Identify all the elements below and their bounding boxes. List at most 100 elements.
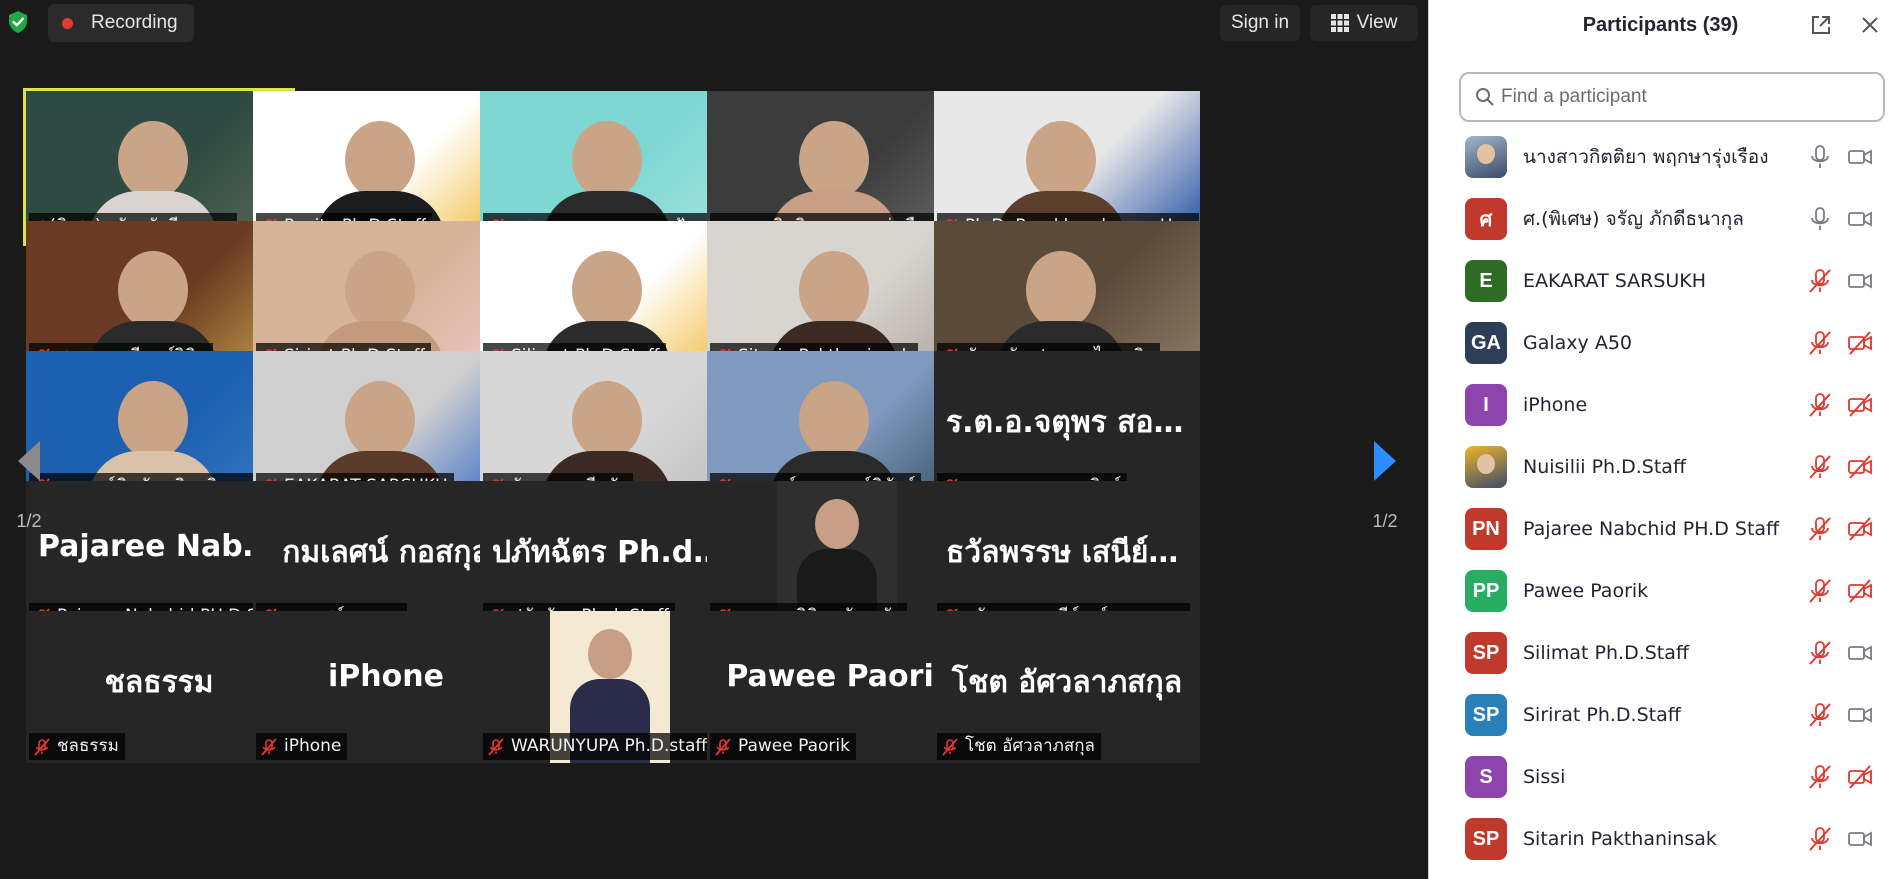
participant-name: Sirirat Ph.D.Staff bbox=[1523, 704, 1681, 726]
participant-row[interactable]: IiPhone bbox=[1429, 374, 1892, 436]
participant-avatar-photo bbox=[1465, 136, 1507, 178]
participant-controls bbox=[1807, 330, 1873, 356]
mic-muted-icon[interactable] bbox=[1807, 764, 1833, 790]
participant-row[interactable]: S Sissi bbox=[1429, 746, 1892, 808]
zoom-app: Recording Sign in View ศ.(พิเศษ) จรัญ ภั… bbox=[0, 0, 1892, 879]
camera-off-icon[interactable] bbox=[1847, 392, 1873, 418]
mic-muted-icon[interactable] bbox=[1807, 702, 1833, 728]
participant-row[interactable]: นางสาวกิตติยา พฤกษารุ่งเรือง bbox=[1429, 126, 1892, 188]
tile-name: Pawee Paorik bbox=[738, 736, 850, 756]
participant-row[interactable]: SP Silimat Ph.D.Staff bbox=[1429, 622, 1892, 684]
participant-name: นางสาวกิตติยา พฤกษารุ่งเรือง bbox=[1523, 146, 1769, 168]
video-tile[interactable]: โชต อัศวลาภสกุล โชต อัศวลาภสกุล bbox=[934, 611, 1200, 763]
participant-row[interactable]: E EAKARAT SARSUKH bbox=[1429, 250, 1892, 312]
avatar-initials: SP bbox=[1472, 641, 1500, 664]
camera-icon[interactable] bbox=[1847, 206, 1873, 232]
tile-name-label: Pawee Paorik bbox=[710, 733, 856, 760]
mic-muted-icon[interactable] bbox=[1807, 330, 1833, 356]
participant-name-placeholder: โชต อัศวลาภสกุล bbox=[951, 665, 1183, 700]
participant-name: ศ.(พิเศษ) จรัญ ภักดีธนากุล bbox=[1523, 208, 1744, 230]
page-indicator-right: 1/2 bbox=[1372, 510, 1398, 531]
participant-avatar: I bbox=[1465, 384, 1507, 426]
participant-controls bbox=[1807, 578, 1873, 604]
avatar-initials: SP bbox=[1472, 703, 1500, 726]
avatar-initials: E bbox=[1479, 269, 1493, 292]
recording-label: Recording bbox=[91, 12, 178, 33]
tile-name-label: WARUNYUPA Ph.D.staff bbox=[483, 733, 714, 760]
participant-row[interactable]: PN Pajaree Nabchid PH.D Staff bbox=[1429, 498, 1892, 560]
participant-name: Sitarin Pakthaninsak bbox=[1523, 828, 1717, 850]
mic-muted-icon bbox=[942, 737, 958, 756]
camera-off-icon[interactable] bbox=[1847, 578, 1873, 604]
page-indicator-left: 1/2 bbox=[16, 510, 42, 531]
chevron-right-icon bbox=[1374, 440, 1396, 481]
participant-name: Pawee Paorik bbox=[1523, 580, 1649, 602]
participant-name: Silimat Ph.D.Staff bbox=[1523, 642, 1689, 664]
mic-muted-icon bbox=[34, 737, 50, 756]
tile-name: WARUNYUPA Ph.D.staff bbox=[511, 736, 708, 756]
participant-name: EAKARAT SARSUKH bbox=[1523, 270, 1707, 292]
participant-avatar-photo bbox=[1465, 446, 1507, 488]
prev-page-button[interactable]: 1/2 bbox=[4, 415, 54, 555]
participant-controls bbox=[1807, 268, 1873, 294]
camera-icon[interactable] bbox=[1847, 268, 1873, 294]
participant-row[interactable]: SP Sirirat Ph.D.Staff bbox=[1429, 684, 1892, 746]
tile-name: โชต อัศวลาภสกุล bbox=[965, 736, 1095, 756]
participant-avatar: PP bbox=[1465, 570, 1507, 612]
mic-icon[interactable] bbox=[1807, 206, 1833, 232]
participant-name: Nuisilii Ph.D.Staff bbox=[1523, 456, 1687, 478]
mic-muted-icon[interactable] bbox=[1807, 516, 1833, 542]
participant-row[interactable]: ศ ศ.(พิเศษ) จรัญ ภักดีธนากุล bbox=[1429, 188, 1892, 250]
search-icon bbox=[1476, 88, 1494, 106]
participant-row[interactable]: GA Galaxy A50 bbox=[1429, 312, 1892, 374]
next-page-button[interactable]: 1/2 bbox=[1360, 415, 1410, 555]
participant-name: Sissi bbox=[1523, 766, 1566, 788]
participant-name: Pajaree Nabchid PH.D Staff bbox=[1523, 518, 1780, 540]
mic-muted-icon bbox=[488, 737, 504, 756]
sign-in-button[interactable]: Sign in bbox=[1220, 5, 1300, 41]
camera-off-icon[interactable] bbox=[1847, 330, 1873, 356]
participant-controls bbox=[1807, 516, 1873, 542]
mic-muted-icon[interactable] bbox=[1807, 578, 1833, 604]
mic-muted-icon[interactable] bbox=[1807, 268, 1833, 294]
camera-off-icon[interactable] bbox=[1847, 516, 1873, 542]
tile-name: ชลธรรม bbox=[57, 736, 119, 756]
close-icon[interactable] bbox=[1860, 15, 1880, 35]
camera-icon[interactable] bbox=[1847, 826, 1873, 852]
avatar-initials: SP bbox=[1472, 827, 1500, 850]
mic-muted-icon[interactable] bbox=[1807, 826, 1833, 852]
camera-off-icon[interactable] bbox=[1847, 454, 1873, 480]
participant-search-box bbox=[1459, 72, 1885, 122]
participant-search-input[interactable] bbox=[1501, 86, 1881, 108]
camera-off-icon[interactable] bbox=[1847, 764, 1873, 790]
participant-controls bbox=[1807, 764, 1873, 790]
view-button[interactable]: View bbox=[1310, 5, 1418, 41]
participant-row[interactable]: PP Pawee Paorik bbox=[1429, 560, 1892, 622]
participants-panel: Participants (39) นางสาวกิตติยา พฤกษารุ่… bbox=[1428, 0, 1892, 879]
participant-row[interactable]: Nuisilii Ph.D.Staff bbox=[1429, 436, 1892, 498]
view-label: View bbox=[1356, 12, 1398, 33]
tile-name-label: ชลธรรม bbox=[29, 733, 125, 760]
camera-icon[interactable] bbox=[1847, 640, 1873, 666]
mic-muted-icon[interactable] bbox=[1807, 454, 1833, 480]
participant-row[interactable]: SP Sitarin Pakthaninsak bbox=[1429, 808, 1892, 870]
recording-dot-icon bbox=[62, 17, 73, 29]
meeting-topbar: Recording Sign in View bbox=[0, 0, 1428, 44]
participant-avatar: SP bbox=[1465, 694, 1507, 736]
mic-icon[interactable] bbox=[1807, 144, 1833, 170]
mic-muted-icon[interactable] bbox=[1807, 392, 1833, 418]
participant-avatar: SP bbox=[1465, 632, 1507, 674]
participant-avatar: SP bbox=[1465, 818, 1507, 860]
tile-name: iPhone bbox=[284, 736, 342, 756]
participant-controls bbox=[1807, 206, 1873, 232]
shield-check-icon[interactable] bbox=[6, 10, 30, 34]
participant-avatar: PN bbox=[1465, 508, 1507, 550]
camera-icon[interactable] bbox=[1847, 144, 1873, 170]
avatar-initials: I bbox=[1483, 393, 1489, 416]
mic-muted-icon[interactable] bbox=[1807, 640, 1833, 666]
pop-out-icon[interactable] bbox=[1810, 14, 1832, 36]
participant-controls bbox=[1807, 702, 1873, 728]
participant-controls bbox=[1807, 454, 1873, 480]
recording-indicator[interactable]: Recording bbox=[48, 4, 194, 42]
camera-icon[interactable] bbox=[1847, 702, 1873, 728]
